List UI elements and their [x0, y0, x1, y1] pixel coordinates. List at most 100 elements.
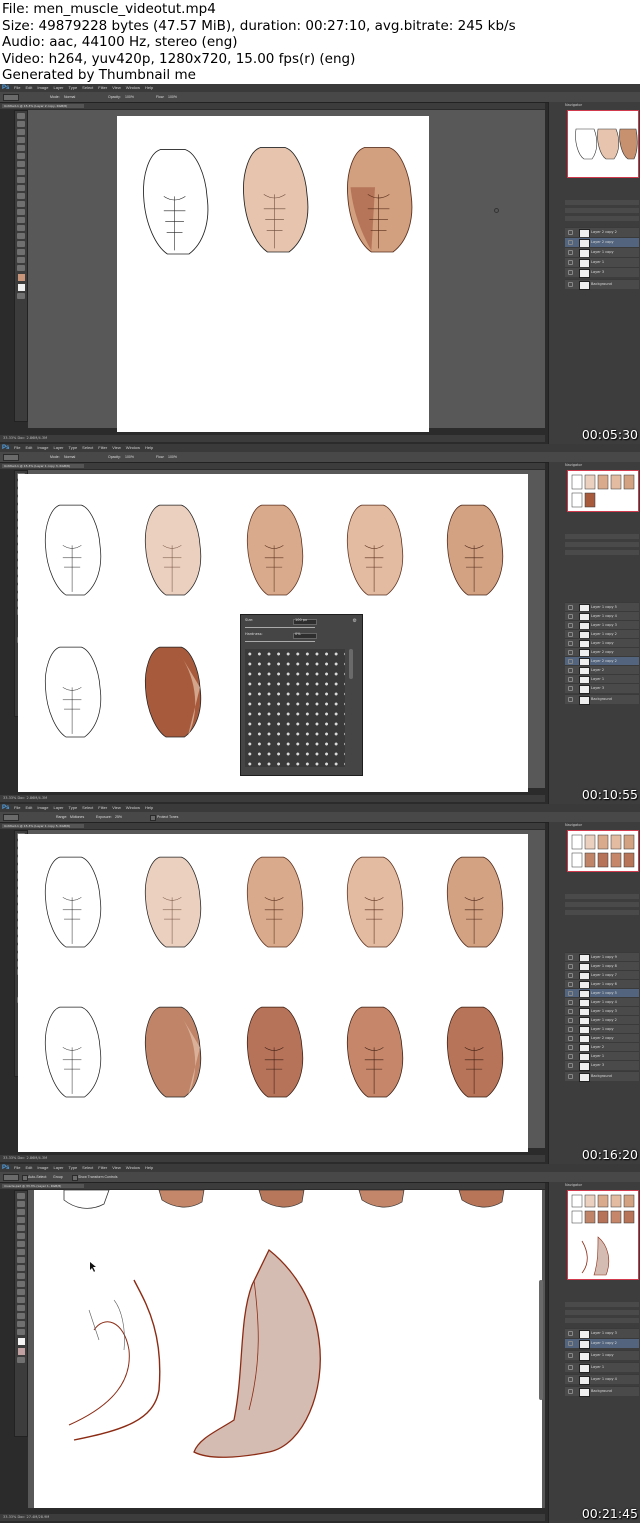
menu-view[interactable]: View: [112, 1164, 121, 1172]
tool-preset-picker[interactable]: [3, 1174, 19, 1181]
eye-icon[interactable]: [568, 632, 573, 637]
menu-layer[interactable]: Layer: [53, 444, 63, 452]
eye-icon[interactable]: [568, 964, 573, 969]
menu-image[interactable]: Image: [37, 1164, 48, 1172]
history-brush-tool-icon[interactable]: [17, 1265, 25, 1271]
menu-window[interactable]: Window: [126, 84, 140, 92]
menu-help[interactable]: Help: [145, 444, 153, 452]
eye-icon[interactable]: [568, 1027, 573, 1032]
brush-tool-icon[interactable]: [17, 1249, 25, 1255]
type-tool-icon[interactable]: [17, 1313, 25, 1319]
menu-type[interactable]: Type: [69, 1164, 78, 1172]
navigator-preview[interactable]: [567, 110, 639, 178]
brush-tool-icon[interactable]: [17, 169, 25, 175]
eyedropper-tool-icon[interactable]: [17, 1233, 25, 1239]
lock-row[interactable]: [565, 550, 639, 555]
menu-window[interactable]: Window: [126, 444, 140, 452]
layer-row[interactable]: Layer 3: [565, 267, 639, 278]
quick-select-tool-icon[interactable]: [17, 137, 25, 143]
menu-edit[interactable]: Edit: [25, 84, 32, 92]
lasso-tool-icon[interactable]: [17, 1209, 25, 1215]
menu-select[interactable]: Select: [82, 804, 93, 812]
eye-icon[interactable]: [568, 686, 573, 691]
blend-mode-row[interactable]: [565, 542, 639, 547]
layer-row-background[interactable]: Background: [565, 1386, 639, 1397]
document-tab[interactable]: Untitled-1 @ 15.3% (Layer 1 copy 5, RGB/…: [2, 824, 84, 828]
menu-select[interactable]: Select: [82, 1164, 93, 1172]
document-area[interactable]: [28, 110, 545, 432]
eye-icon[interactable]: [568, 230, 573, 235]
eye-icon[interactable]: [568, 982, 573, 987]
menu-filter[interactable]: Filter: [98, 444, 107, 452]
blend-mode-row[interactable]: [565, 1310, 639, 1315]
menu-view[interactable]: View: [112, 444, 121, 452]
eye-icon[interactable]: [568, 677, 573, 682]
canvas[interactable]: [117, 116, 429, 432]
layer-row-background[interactable]: Background: [565, 1071, 639, 1082]
eye-icon[interactable]: [568, 955, 573, 960]
navigator-preview[interactable]: [567, 830, 639, 872]
hand-tool-icon[interactable]: [17, 257, 25, 263]
mode-select[interactable]: Normal: [64, 93, 75, 101]
healing-tool-icon[interactable]: [17, 161, 25, 167]
gear-icon[interactable]: ⚙: [353, 618, 357, 624]
menu-help[interactable]: Help: [145, 84, 153, 92]
layers-panel-tabs[interactable]: [565, 534, 639, 539]
layer-row[interactable]: Layer 1 copy: [565, 1350, 639, 1361]
blend-mode-row[interactable]: [565, 208, 639, 213]
eye-icon[interactable]: [568, 1331, 573, 1336]
menu-layer[interactable]: Layer: [53, 1164, 63, 1172]
eye-icon[interactable]: [568, 1074, 573, 1079]
foreground-color-swatch[interactable]: [17, 1338, 25, 1345]
eye-icon[interactable]: [568, 1353, 573, 1358]
document-area[interactable]: [28, 1189, 545, 1508]
navigator-preview[interactable]: [567, 1190, 639, 1280]
eye-icon[interactable]: [568, 1018, 573, 1023]
menu-image[interactable]: Image: [37, 804, 48, 812]
gradient-tool-icon[interactable]: [17, 201, 25, 207]
menu-type[interactable]: Type: [69, 444, 78, 452]
eye-icon[interactable]: [568, 1063, 573, 1068]
layer-row[interactable]: Layer 1: [565, 257, 639, 268]
opacity-field[interactable]: 100%: [125, 453, 134, 461]
menu-view[interactable]: View: [112, 84, 121, 92]
menu-type[interactable]: Type: [69, 804, 78, 812]
blur-tool-icon[interactable]: [17, 1289, 25, 1295]
zoom-tool-icon[interactable]: [17, 265, 25, 271]
lock-row[interactable]: [565, 910, 639, 915]
quick-mask-icon[interactable]: [17, 1357, 25, 1363]
lock-row[interactable]: [565, 1318, 639, 1323]
document-area[interactable]: Size: 100 px Hardness: 0% ⚙: [18, 470, 545, 792]
menu-file[interactable]: File: [14, 1164, 20, 1172]
quick-mask-icon[interactable]: [17, 293, 25, 299]
marquee-tool-icon[interactable]: [17, 1201, 25, 1207]
layer-row[interactable]: Layer 2 copy 2: [565, 227, 639, 238]
path-select-tool-icon[interactable]: [17, 241, 25, 247]
crop-tool-icon[interactable]: [17, 145, 25, 151]
menu-help[interactable]: Help: [145, 1164, 153, 1172]
healing-tool-icon[interactable]: [17, 1241, 25, 1247]
move-tool-icon[interactable]: [17, 1193, 25, 1199]
menu-file[interactable]: File: [14, 444, 20, 452]
layer-row[interactable]: Layer 3: [565, 1060, 639, 1071]
menu-filter[interactable]: Filter: [98, 1164, 107, 1172]
eye-icon[interactable]: [568, 697, 573, 702]
marquee-tool-icon[interactable]: [17, 121, 25, 127]
pen-tool-icon[interactable]: [17, 1305, 25, 1311]
menu-edit[interactable]: Edit: [25, 1164, 32, 1172]
menu-filter[interactable]: Filter: [98, 804, 107, 812]
stamp-tool-icon[interactable]: [17, 1257, 25, 1263]
mode-select[interactable]: Normal: [64, 453, 75, 461]
hand-tool-icon[interactable]: [17, 1321, 25, 1327]
auto-select-target[interactable]: Group: [53, 1173, 63, 1181]
dodge-tool-icon[interactable]: [17, 1297, 25, 1303]
menu-image[interactable]: Image: [37, 444, 48, 452]
eye-icon[interactable]: [568, 1054, 573, 1059]
layer-row-selected[interactable]: Layer 2 copy: [565, 237, 639, 248]
opacity-field[interactable]: 100%: [125, 93, 134, 101]
document-tab[interactable]: muscle.psd @ 33.3% (Layer 1, RGB/8): [2, 1184, 84, 1188]
menu-layer[interactable]: Layer: [53, 84, 63, 92]
eye-icon[interactable]: [568, 641, 573, 646]
background-color-swatch[interactable]: [17, 1348, 25, 1355]
menu-file[interactable]: File: [14, 804, 20, 812]
